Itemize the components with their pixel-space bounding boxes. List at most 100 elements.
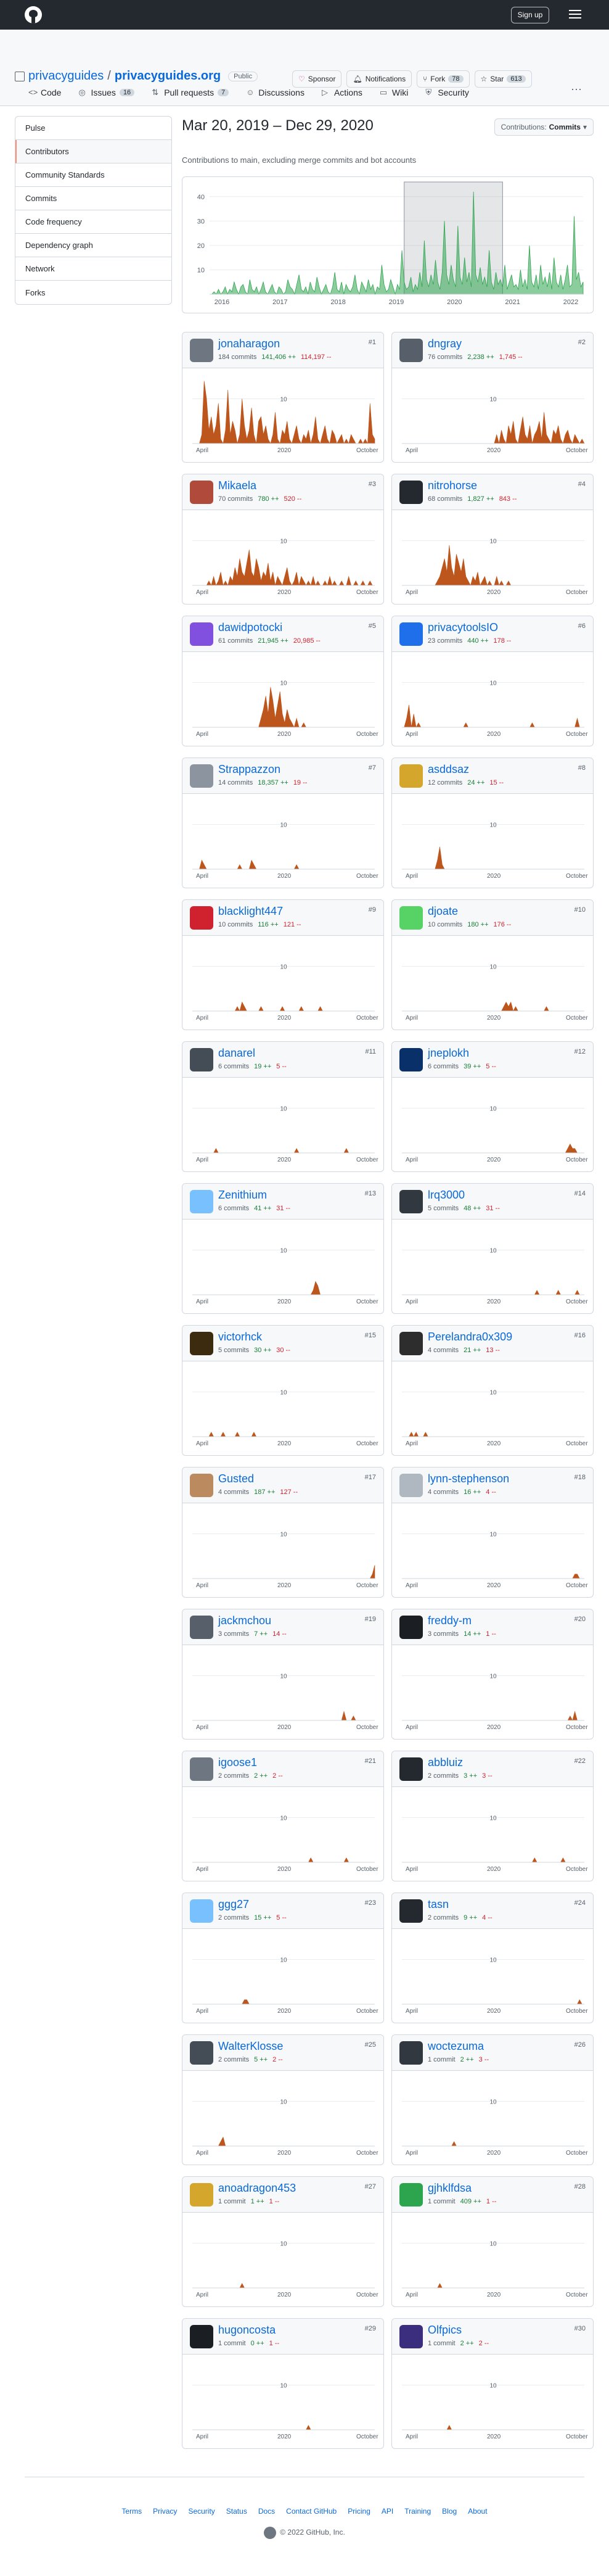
avatar[interactable]: [399, 1190, 423, 1213]
avatar[interactable]: [399, 2325, 423, 2348]
avatar[interactable]: [399, 764, 423, 788]
tab-security[interactable]: ⛨ Security: [417, 80, 478, 105]
contributions-dropdown[interactable]: Contributions: Commits ▾: [494, 118, 594, 136]
contributor-login-link[interactable]: jneplokh: [428, 1047, 469, 1060]
sidebar-item-network[interactable]: Network: [15, 257, 171, 281]
tab-actions[interactable]: ▷ Actions: [313, 80, 371, 105]
avatar[interactable]: [399, 1899, 423, 1923]
footer-link[interactable]: Terms: [121, 2507, 142, 2516]
avatar[interactable]: [399, 2041, 423, 2065]
contributor-login-link[interactable]: Strappazzon: [218, 763, 280, 776]
commit-count[interactable]: 4 commits: [428, 1347, 459, 1354]
commit-count[interactable]: 1 commit: [428, 2056, 456, 2063]
footer-link[interactable]: Privacy: [153, 2507, 177, 2516]
contributor-login-link[interactable]: Mikaela: [218, 479, 256, 492]
commit-count[interactable]: 76 commits: [428, 353, 462, 361]
contributor-login-link[interactable]: anoadragon453: [218, 2182, 296, 2195]
contributor-login-link[interactable]: jackmchou: [218, 1614, 271, 1627]
commit-count[interactable]: 5 commits: [218, 1347, 249, 1354]
avatar[interactable]: [399, 622, 423, 646]
footer-link[interactable]: Training: [404, 2507, 431, 2516]
overview-chart[interactable]: 10 20 30 40 2016 2017 2018 2019 2020 2021 2022: [182, 176, 594, 313]
contributor-login-link[interactable]: dawidpotocki: [218, 621, 282, 634]
avatar[interactable]: [190, 906, 213, 930]
sidebar-item-code-frequency[interactable]: Code frequency: [15, 210, 171, 234]
sign-up-button[interactable]: Sign up: [511, 7, 549, 23]
contributor-login-link[interactable]: Gusted: [218, 1472, 254, 1485]
commit-count[interactable]: 2 commits: [218, 1772, 249, 1780]
commit-count[interactable]: 6 commits: [218, 1205, 249, 1212]
commit-count[interactable]: 10 commits: [218, 921, 253, 928]
contributor-login-link[interactable]: hugoncosta: [218, 2324, 276, 2337]
sidebar-item-community-standards[interactable]: Community Standards: [15, 163, 171, 187]
tab-pull-requests[interactable]: ⇅ Pull requests 7: [143, 80, 237, 105]
commit-count[interactable]: 3 commits: [428, 1630, 459, 1638]
commit-count[interactable]: 6 commits: [218, 1063, 249, 1070]
more-tabs-icon[interactable]: ···: [571, 83, 582, 96]
footer-link[interactable]: About: [468, 2507, 487, 2516]
commit-count[interactable]: 4 commits: [218, 1488, 249, 1496]
commit-count[interactable]: 4 commits: [428, 1488, 459, 1496]
avatar[interactable]: [190, 1757, 213, 1781]
sidebar-item-dependency-graph[interactable]: Dependency graph: [15, 234, 171, 257]
tab-discussions[interactable]: ☺ Discussions: [237, 80, 313, 105]
avatar[interactable]: [190, 481, 213, 504]
contributor-login-link[interactable]: igoose1: [218, 1756, 257, 1769]
tab-wiki[interactable]: ▭ Wiki: [371, 80, 417, 105]
contributor-login-link[interactable]: abbluiz: [428, 1756, 463, 1769]
contributor-login-link[interactable]: gjhklfdsa: [428, 2182, 472, 2195]
contributor-login-link[interactable]: lynn-stephenson: [428, 1472, 509, 1485]
avatar[interactable]: [190, 1899, 213, 1923]
sidebar-item-contributors[interactable]: Contributors: [15, 140, 171, 163]
tab-issues[interactable]: ◎ Issues 16: [70, 80, 143, 105]
contributor-login-link[interactable]: lrq3000: [428, 1189, 465, 1202]
commit-count[interactable]: 1 commit: [428, 2340, 456, 2347]
contributor-login-link[interactable]: Olfpics: [428, 2324, 462, 2337]
sidebar-item-commits[interactable]: Commits: [15, 187, 171, 210]
avatar[interactable]: [399, 339, 423, 362]
sidebar-item-forks[interactable]: Forks: [15, 281, 171, 304]
contributor-login-link[interactable]: asddsaz: [428, 763, 469, 776]
footer-link[interactable]: Blog: [442, 2507, 457, 2516]
avatar[interactable]: [399, 1616, 423, 1639]
footer-link[interactable]: Contact GitHub: [286, 2507, 337, 2516]
footer-link[interactable]: Status: [226, 2507, 247, 2516]
commit-count[interactable]: 1 commit: [218, 2198, 246, 2205]
contributor-login-link[interactable]: blacklight447: [218, 905, 283, 918]
commit-count[interactable]: 23 commits: [428, 637, 462, 645]
footer-link[interactable]: Pricing: [348, 2507, 370, 2516]
commit-count[interactable]: 6 commits: [428, 1063, 459, 1070]
avatar[interactable]: [399, 2183, 423, 2207]
contributor-login-link[interactable]: woctezuma: [428, 2040, 484, 2053]
footer-link[interactable]: Docs: [258, 2507, 275, 2516]
commit-count[interactable]: 1 commit: [218, 2340, 246, 2347]
sidebar-item-pulse[interactable]: Pulse: [15, 117, 171, 140]
contributor-login-link[interactable]: ggg27: [218, 1898, 249, 1911]
contributor-login-link[interactable]: danarel: [218, 1047, 255, 1060]
github-logo-icon[interactable]: [25, 6, 42, 23]
contributor-login-link[interactable]: nitrohorse: [428, 479, 477, 492]
avatar[interactable]: [399, 1048, 423, 1071]
commit-count[interactable]: 1 commit: [428, 2198, 456, 2205]
avatar[interactable]: [190, 1048, 213, 1071]
footer-link[interactable]: Security: [188, 2507, 215, 2516]
commit-count[interactable]: 3 commits: [218, 1630, 249, 1638]
commit-count[interactable]: 2 commits: [218, 1914, 249, 1922]
contributor-login-link[interactable]: Zenithium: [218, 1189, 267, 1202]
footer-link[interactable]: API: [382, 2507, 393, 2516]
overview-chart-svg[interactable]: 10 20 30 40 2016 2017 2018 2019 2020 2021 2022: [182, 177, 594, 314]
commit-count[interactable]: 2 commits: [428, 1914, 459, 1922]
avatar[interactable]: [399, 481, 423, 504]
commit-count[interactable]: 184 commits: [218, 353, 256, 361]
avatar[interactable]: [190, 1190, 213, 1213]
avatar[interactable]: [190, 764, 213, 788]
commit-count[interactable]: 2 commits: [428, 1772, 459, 1780]
contributor-login-link[interactable]: jonaharagon: [218, 337, 280, 350]
commit-count[interactable]: 14 commits: [218, 779, 253, 786]
avatar[interactable]: [190, 339, 213, 362]
contributor-login-link[interactable]: djoate: [428, 905, 458, 918]
commit-count[interactable]: 68 commits: [428, 495, 462, 503]
contributor-login-link[interactable]: dngray: [428, 337, 462, 350]
tab-code[interactable]: <> Code: [20, 80, 70, 105]
avatar[interactable]: [399, 1332, 423, 1355]
